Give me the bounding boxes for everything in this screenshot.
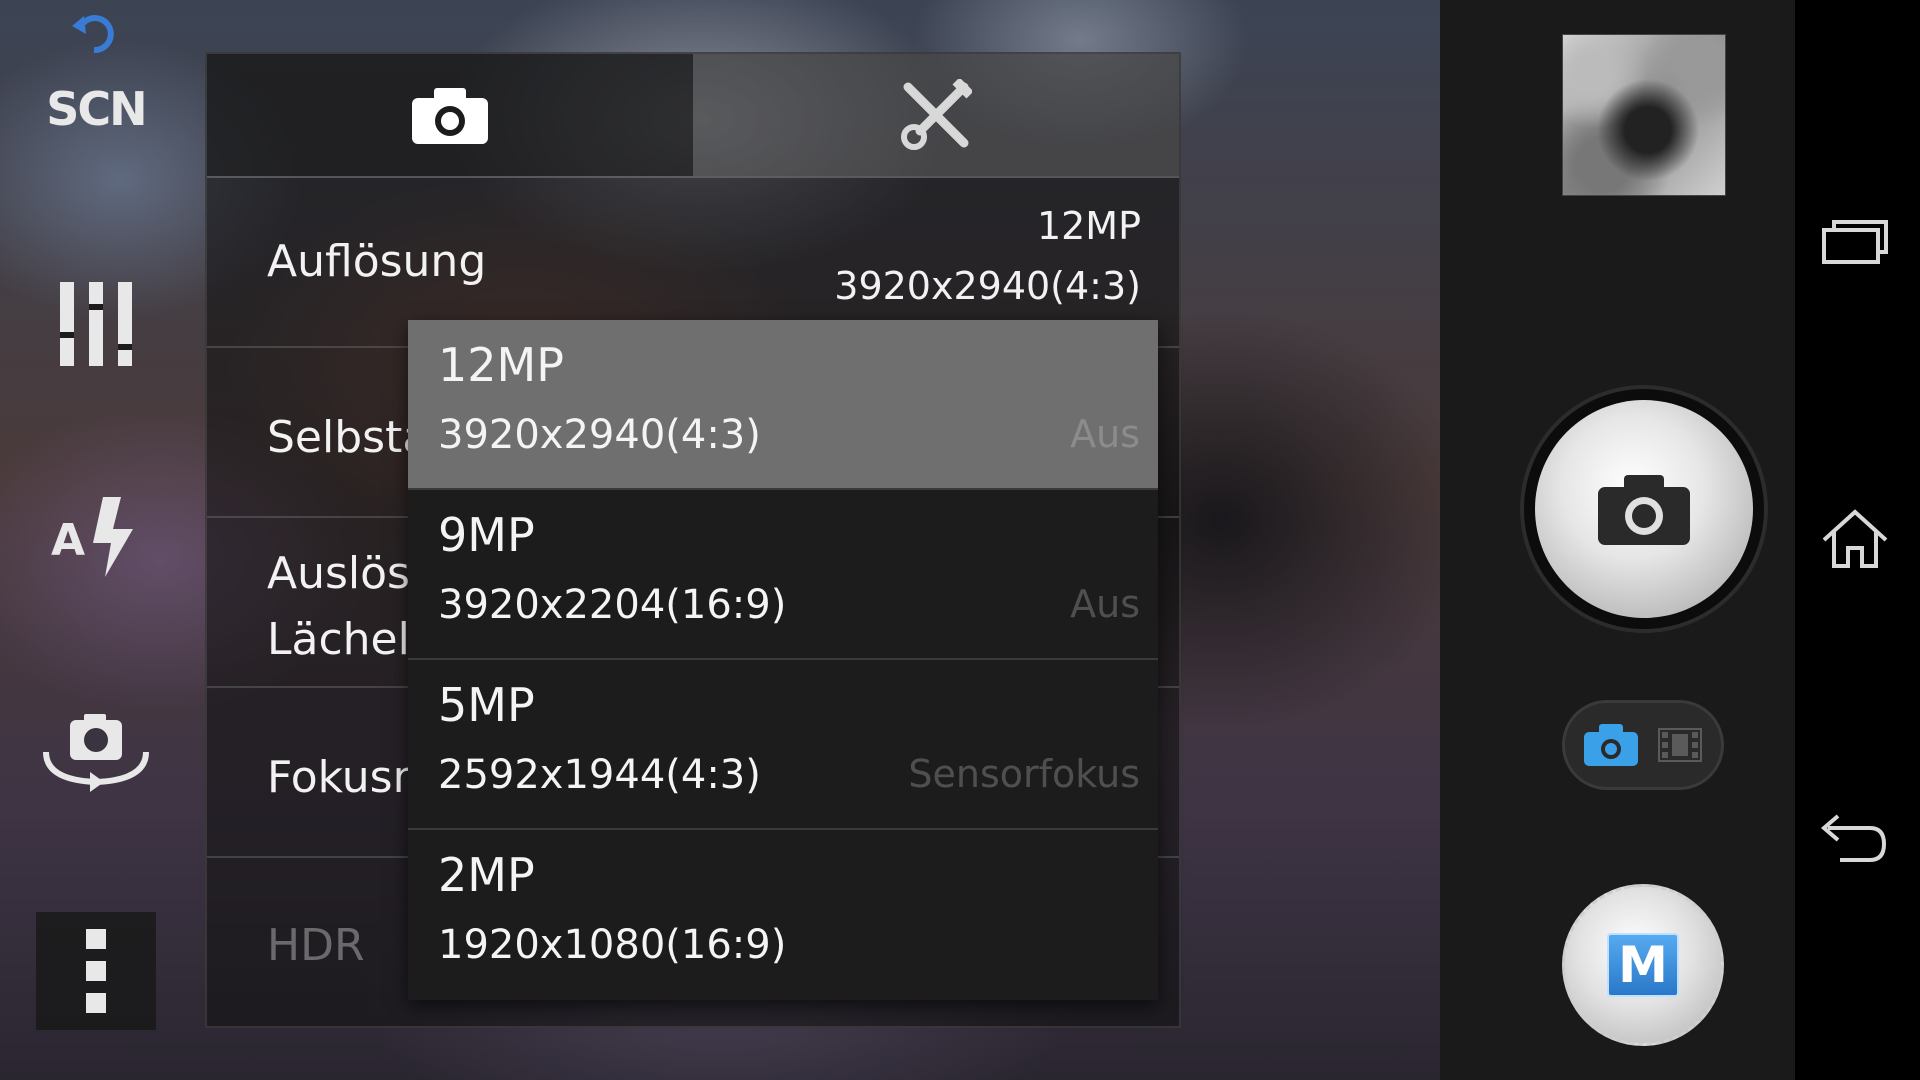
more-options-button[interactable]	[36, 912, 156, 1030]
option-res-label: 3920x2940(4:3)	[438, 412, 761, 458]
flash-auto-icon: A	[51, 497, 133, 577]
back-button[interactable]	[1820, 814, 1890, 870]
manual-mode-label: M	[1607, 933, 1679, 997]
camera-rotate-icon	[43, 714, 149, 792]
video-mode-icon	[1657, 728, 1702, 762]
resolution-option-5mp[interactable]: 5MP 2592x1944(4:3) Sensorfokus	[408, 660, 1158, 830]
resolution-option-12mp[interactable]: 12MP 3920x2940(4:3) Aus	[408, 320, 1158, 490]
camera-icon	[412, 88, 488, 144]
shutter-button[interactable]	[1535, 400, 1753, 618]
resolution-value-res: 3920x2940(4:3)	[834, 264, 1141, 308]
home-button[interactable]	[1820, 508, 1890, 574]
sliders-icon	[60, 282, 132, 366]
self-timer-label: Selbsta	[267, 412, 430, 463]
flash-auto-button[interactable]: A	[36, 495, 156, 583]
option-mp-label: 2MP	[438, 848, 535, 902]
switch-camera-button[interactable]	[36, 710, 156, 804]
camera-app-screen: SCN A Auflösung 12MP 3920x2940(4:3) Selb…	[0, 0, 1920, 1080]
back-icon	[1820, 814, 1887, 862]
camera-icon	[1598, 475, 1690, 545]
resolution-label: Auflösung	[267, 236, 487, 287]
svg-text:A: A	[51, 515, 85, 566]
photo-video-switch[interactable]	[1562, 700, 1724, 790]
scene-mode-button[interactable]: SCN	[36, 82, 156, 136]
option-res-label: 3920x2204(16:9)	[438, 582, 787, 628]
home-icon	[1822, 509, 1888, 568]
option-res-label: 1920x1080(16:9)	[438, 922, 787, 968]
last-photo-thumbnail[interactable]	[1562, 34, 1726, 196]
hdr-label: HDR	[267, 920, 365, 971]
back-arrow-icon[interactable]	[70, 8, 120, 62]
recent-apps-icon	[1822, 220, 1888, 264]
option-mp-label: 9MP	[438, 508, 535, 562]
resolution-value-mp: 12MP	[1036, 204, 1141, 248]
focus-mode-value-ghost: Sensorfokus	[908, 752, 1140, 796]
more-dot-icon	[86, 993, 106, 1013]
tab-camera-settings[interactable]	[207, 54, 693, 176]
resolution-option-2mp[interactable]: 2MP 1920x1080(16:9)	[408, 830, 1158, 1000]
resolution-dropdown: 12MP 3920x2940(4:3) Aus 9MP 3920x2204(16…	[408, 320, 1158, 1000]
more-dot-icon	[86, 929, 106, 949]
recent-apps-button[interactable]	[1820, 218, 1890, 268]
scene-mode-label: SCN	[46, 82, 147, 136]
tools-icon	[901, 79, 972, 150]
photo-mode-icon	[1584, 724, 1639, 766]
option-res-label: 2592x1944(4:3)	[438, 752, 761, 798]
resolution-option-9mp[interactable]: 9MP 3920x2204(16:9) Aus	[408, 490, 1158, 660]
manual-mode-button[interactable]: M	[1562, 884, 1724, 1046]
settings-tabs	[207, 54, 1179, 176]
image-adjust-button[interactable]	[36, 282, 156, 370]
option-mp-label: 12MP	[438, 338, 564, 392]
more-dot-icon	[86, 961, 106, 981]
tab-general-settings[interactable]	[693, 54, 1179, 176]
smile-shutter-value-ghost: Aus	[1070, 582, 1140, 626]
self-timer-value-ghost: Aus	[1070, 412, 1140, 456]
option-mp-label: 5MP	[438, 678, 535, 732]
